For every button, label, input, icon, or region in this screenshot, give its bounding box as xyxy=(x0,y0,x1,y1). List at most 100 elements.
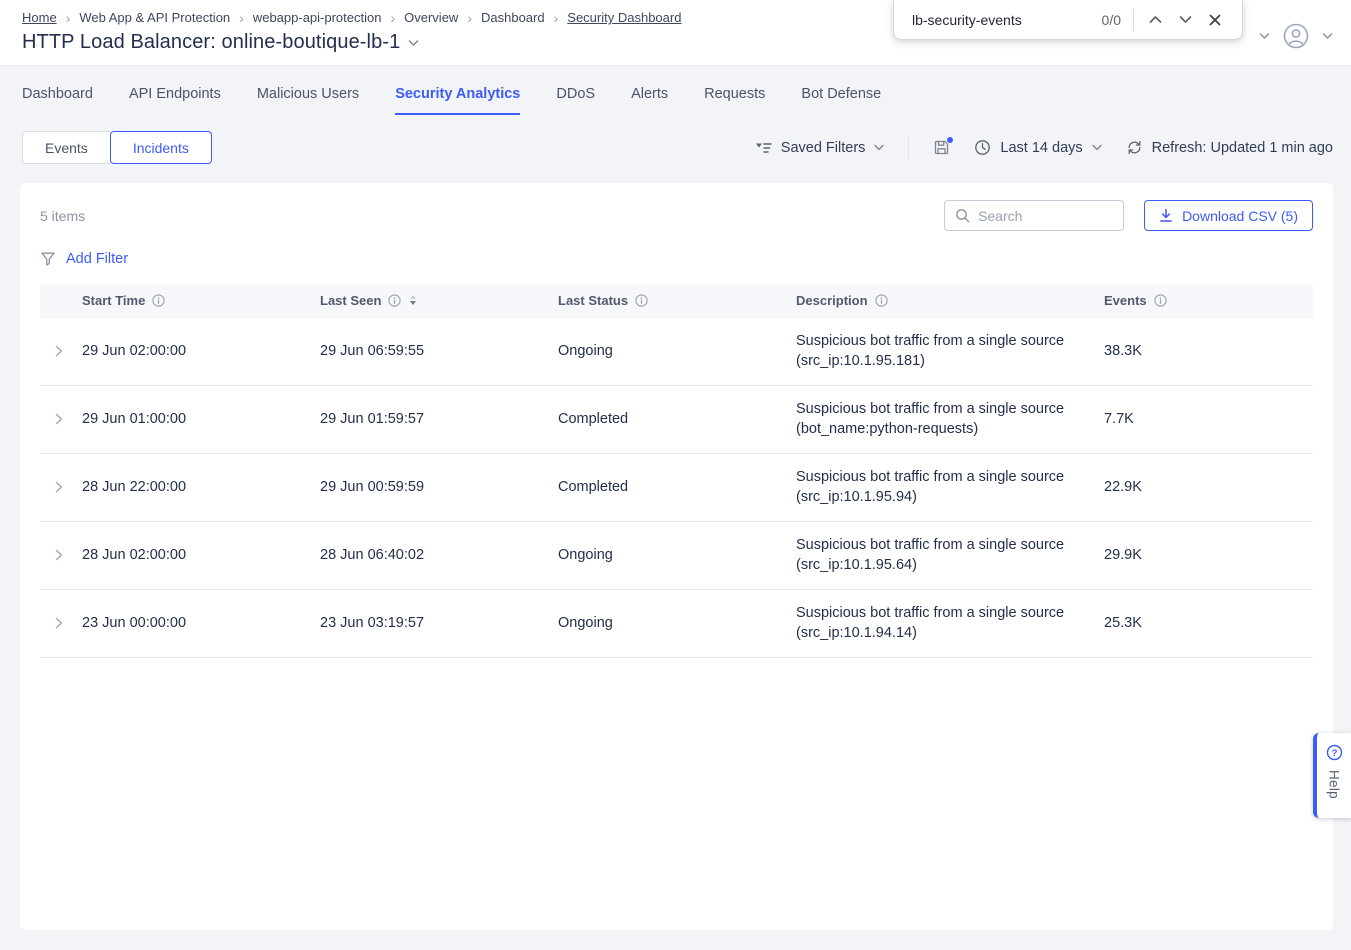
description-detail: (src_ip:10.1.95.94) xyxy=(796,487,1074,507)
find-query-text[interactable]: lb-security-events xyxy=(912,12,1022,28)
column-label: Start Time xyxy=(82,293,145,308)
page-title: HTTP Load Balancer: online-boutique-lb-1 xyxy=(22,31,400,54)
column-label: Events xyxy=(1104,293,1147,308)
description-text: Suspicious bot traffic from a single sou… xyxy=(796,399,1074,419)
tab-malicious-users[interactable]: Malicious Users xyxy=(257,86,359,115)
cell-events: 22.9K xyxy=(1104,453,1313,521)
row-expand-chevron-icon[interactable] xyxy=(40,548,66,562)
info-icon[interactable] xyxy=(635,294,648,307)
row-expand-chevron-icon[interactable] xyxy=(40,412,66,426)
breadcrumb-home[interactable]: Home xyxy=(22,10,57,25)
find-previous-button[interactable] xyxy=(1140,5,1170,35)
info-icon[interactable] xyxy=(875,294,888,307)
toolbar: Saved Filters Last 14 days xyxy=(755,135,1333,161)
cell-last-status: Ongoing xyxy=(558,317,796,385)
title-chevron-down-icon[interactable] xyxy=(408,39,419,47)
tab-dashboard[interactable]: Dashboard xyxy=(22,86,93,115)
table-row: 29 Jun 02:00:00 29 Jun 06:59:55 Ongoing … xyxy=(40,317,1313,385)
description-text: Suspicious bot traffic from a single sou… xyxy=(796,535,1074,555)
cell-start-time: 29 Jun 02:00:00 xyxy=(82,317,320,385)
find-close-icon[interactable] xyxy=(1200,5,1230,35)
find-next-button[interactable] xyxy=(1170,5,1200,35)
table-row: 28 Jun 02:00:00 28 Jun 06:40:02 Ongoing … xyxy=(40,521,1313,589)
help-question-icon: ? xyxy=(1326,744,1343,761)
breadcrumb-namespace[interactable]: webapp-api-protection xyxy=(253,10,382,25)
cell-description: Suspicious bot traffic from a single sou… xyxy=(796,521,1104,589)
tab-api-endpoints[interactable]: API Endpoints xyxy=(129,86,221,115)
cell-last-status: Completed xyxy=(558,385,796,453)
breadcrumb-web-app-api-protection[interactable]: Web App & API Protection xyxy=(79,10,230,25)
saved-filters-label: Saved Filters xyxy=(781,140,866,156)
breadcrumb-separator-icon: › xyxy=(458,11,481,25)
info-icon[interactable] xyxy=(152,294,165,307)
incidents-card: 5 items Download CSV (5) xyxy=(20,183,1333,930)
find-match-count: 0/0 xyxy=(1102,12,1133,28)
cell-start-time: 28 Jun 02:00:00 xyxy=(82,521,320,589)
add-filter-button[interactable]: Add Filter xyxy=(66,251,128,267)
refresh-button[interactable]: Refresh: Updated 1 min ago xyxy=(1126,139,1333,156)
cell-last-seen: 23 Jun 03:19:57 xyxy=(320,589,558,657)
column-label: Last Seen xyxy=(320,293,381,308)
toggle-incidents[interactable]: Incidents xyxy=(110,131,212,164)
table-row: 23 Jun 00:00:00 23 Jun 03:19:57 Ongoing … xyxy=(40,589,1313,657)
header-right-controls xyxy=(1259,22,1333,50)
chevron-down-icon xyxy=(874,144,884,151)
tab-requests[interactable]: Requests xyxy=(704,86,765,115)
time-range-dropdown[interactable]: Last 14 days xyxy=(974,139,1101,156)
table-header-row: Start Time Last Seen xyxy=(40,284,1313,317)
cell-start-time: 28 Jun 22:00:00 xyxy=(82,453,320,521)
breadcrumb-dashboard[interactable]: Dashboard xyxy=(481,10,545,25)
help-button[interactable]: ? Help xyxy=(1313,733,1351,818)
search-input[interactable] xyxy=(978,208,1113,224)
expand-cell xyxy=(40,453,82,521)
expand-column-header xyxy=(40,284,82,317)
description-detail: (src_ip:10.1.95.64) xyxy=(796,555,1074,575)
row-expand-chevron-icon[interactable] xyxy=(40,344,66,358)
find-in-page-bar: lb-security-events 0/0 xyxy=(893,0,1243,40)
breadcrumb-overview[interactable]: Overview xyxy=(404,10,458,25)
chevron-down-icon xyxy=(1092,144,1102,151)
cell-start-time: 29 Jun 01:00:00 xyxy=(82,385,320,453)
help-label: Help xyxy=(1327,770,1342,799)
save-filter-button[interactable] xyxy=(933,139,950,156)
cell-last-status: Completed xyxy=(558,453,796,521)
download-csv-button[interactable]: Download CSV (5) xyxy=(1144,200,1313,231)
tab-ddos[interactable]: DDoS xyxy=(556,86,595,115)
filter-list-icon xyxy=(755,141,772,155)
chevron-down-icon[interactable] xyxy=(1259,32,1270,40)
funnel-icon xyxy=(40,251,56,267)
controls-row: Events Incidents Saved Filters xyxy=(0,115,1351,164)
description-detail: (bot_name:python-requests) xyxy=(796,419,1074,439)
tab-bot-defense[interactable]: Bot Defense xyxy=(801,86,881,115)
toggle-events[interactable]: Events xyxy=(22,131,110,164)
download-csv-label: Download CSV (5) xyxy=(1182,208,1298,224)
card-header-actions: Download CSV (5) xyxy=(944,200,1313,231)
cell-start-time: 23 Jun 00:00:00 xyxy=(82,589,320,657)
row-expand-chevron-icon[interactable] xyxy=(40,480,66,494)
account-chevron-down-icon[interactable] xyxy=(1322,32,1333,40)
find-bar-divider xyxy=(1133,9,1134,31)
saved-filters-dropdown[interactable]: Saved Filters xyxy=(755,140,885,156)
breadcrumb-separator-icon: › xyxy=(545,11,568,25)
cell-last-seen: 29 Jun 01:59:57 xyxy=(320,385,558,453)
cell-last-seen: 29 Jun 00:59:59 xyxy=(320,453,558,521)
info-icon[interactable] xyxy=(1154,294,1167,307)
column-label: Description xyxy=(796,293,868,308)
cell-events: 38.3K xyxy=(1104,317,1313,385)
sort-descending-icon[interactable] xyxy=(410,295,416,305)
incidents-table: Start Time Last Seen xyxy=(40,284,1313,658)
breadcrumb-separator-icon: › xyxy=(57,11,80,25)
svg-text:?: ? xyxy=(1331,748,1337,759)
refresh-icon xyxy=(1126,139,1143,156)
description-text: Suspicious bot traffic from a single sou… xyxy=(796,603,1074,623)
tab-security-analytics[interactable]: Security Analytics xyxy=(395,86,520,115)
row-expand-chevron-icon[interactable] xyxy=(40,616,66,630)
user-avatar-icon[interactable] xyxy=(1282,22,1310,50)
breadcrumb-security-dashboard[interactable]: Security Dashboard xyxy=(567,10,681,25)
column-start-time: Start Time xyxy=(82,284,320,317)
tab-alerts[interactable]: Alerts xyxy=(631,86,668,115)
column-description: Description xyxy=(796,284,1104,317)
column-last-seen: Last Seen xyxy=(320,284,558,317)
cell-last-seen: 29 Jun 06:59:55 xyxy=(320,317,558,385)
info-icon[interactable] xyxy=(388,294,401,307)
